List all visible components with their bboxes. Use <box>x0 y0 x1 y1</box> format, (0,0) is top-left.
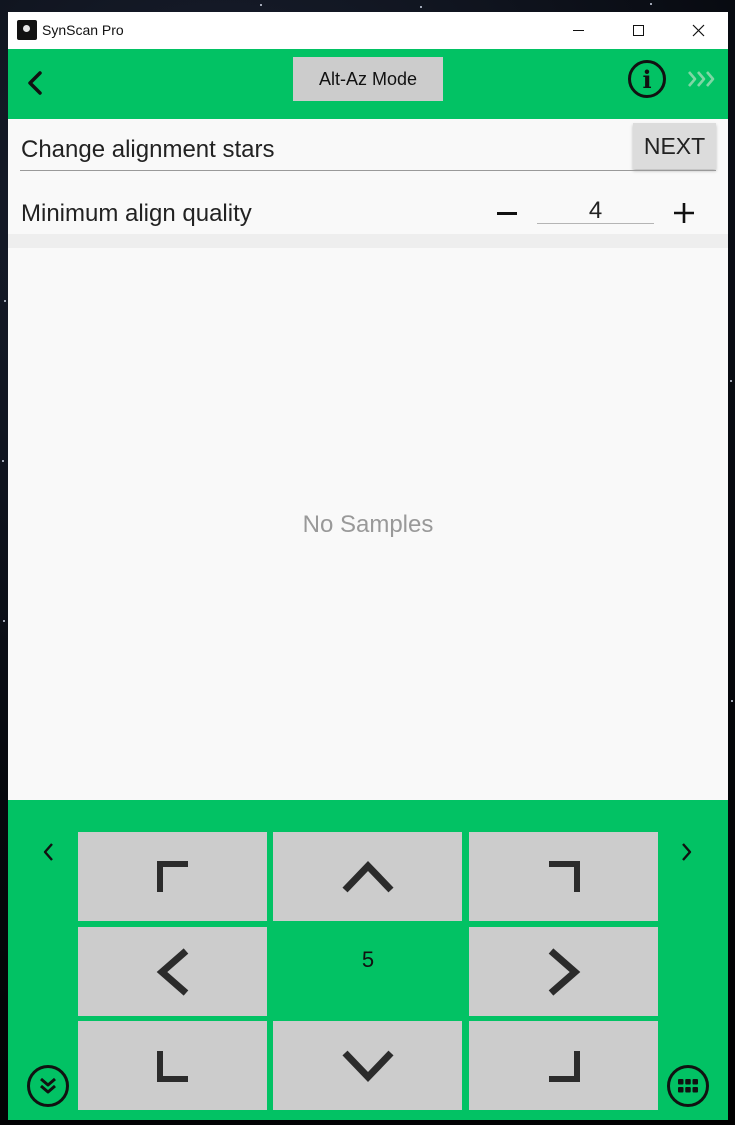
arrow-left-icon <box>156 947 188 996</box>
slew-right-button[interactable] <box>469 927 658 1016</box>
slew-down-right-button[interactable] <box>469 1021 658 1110</box>
samples-list: No Samples <box>8 248 728 800</box>
slew-speed-value: 5 <box>361 946 375 972</box>
corner-up-right-icon <box>548 860 580 892</box>
decrease-quality-button[interactable] <box>492 198 522 228</box>
maximize-icon <box>632 25 644 36</box>
min-quality-row: Minimum align quality 4 <box>8 172 728 234</box>
close-button[interactable] <box>668 12 728 49</box>
double-chevron-down-icon <box>40 1077 56 1094</box>
slew-left-button[interactable] <box>78 927 267 1016</box>
slew-down-button[interactable] <box>273 1021 462 1110</box>
close-icon <box>692 24 704 37</box>
section-separator <box>8 234 728 248</box>
maximize-button[interactable] <box>608 12 668 49</box>
next-page-button[interactable] <box>675 838 699 866</box>
minimize-button[interactable] <box>548 12 608 49</box>
back-button[interactable] <box>18 65 52 101</box>
app-window: SynScan Pro Alt-Az Mode i Change alignme… <box>8 12 728 1120</box>
forward-button[interactable] <box>685 67 719 91</box>
arrow-up-icon <box>341 860 394 892</box>
change-stars-label: Change alignment stars <box>21 136 275 163</box>
back-arrow-icon <box>28 71 42 95</box>
triple-chevron-icon <box>688 71 715 87</box>
collapse-pad-button[interactable] <box>27 1065 69 1107</box>
arrow-down-icon <box>341 1050 394 1082</box>
min-quality-label: Minimum align quality <box>21 200 252 227</box>
quality-input[interactable]: 4 <box>537 186 654 224</box>
slew-down-left-button[interactable] <box>78 1021 267 1110</box>
increase-quality-button[interactable] <box>669 198 699 228</box>
plus-icon <box>674 203 694 223</box>
slew-up-right-button[interactable] <box>469 832 658 921</box>
minus-icon <box>497 211 517 215</box>
app-logo-icon <box>17 20 37 40</box>
corner-down-right-icon <box>548 1050 580 1082</box>
app-header: Alt-Az Mode i <box>8 49 728 119</box>
mode-button[interactable]: Alt-Az Mode <box>293 57 443 101</box>
corner-up-left-icon <box>156 860 188 892</box>
next-button[interactable]: NEXT <box>633 123 716 169</box>
row-divider <box>20 170 716 171</box>
prev-page-button[interactable] <box>36 838 60 866</box>
corner-down-left-icon <box>156 1050 188 1082</box>
keypad-grid-icon <box>678 1079 698 1093</box>
chevron-left-icon <box>43 843 53 861</box>
window-title: SynScan Pro <box>42 22 124 38</box>
slew-up-button[interactable] <box>273 832 462 921</box>
direction-pad: 5 <box>8 800 728 1120</box>
slew-up-left-button[interactable] <box>78 832 267 921</box>
arrow-right-icon <box>548 947 580 996</box>
keypad-button[interactable] <box>667 1065 709 1107</box>
no-samples-text: No Samples <box>302 511 434 538</box>
chevron-right-icon <box>682 843 692 861</box>
title-bar[interactable]: SynScan Pro <box>8 12 728 49</box>
info-button[interactable]: i <box>628 60 666 98</box>
info-icon: i <box>642 64 652 94</box>
minimize-icon <box>572 30 584 31</box>
